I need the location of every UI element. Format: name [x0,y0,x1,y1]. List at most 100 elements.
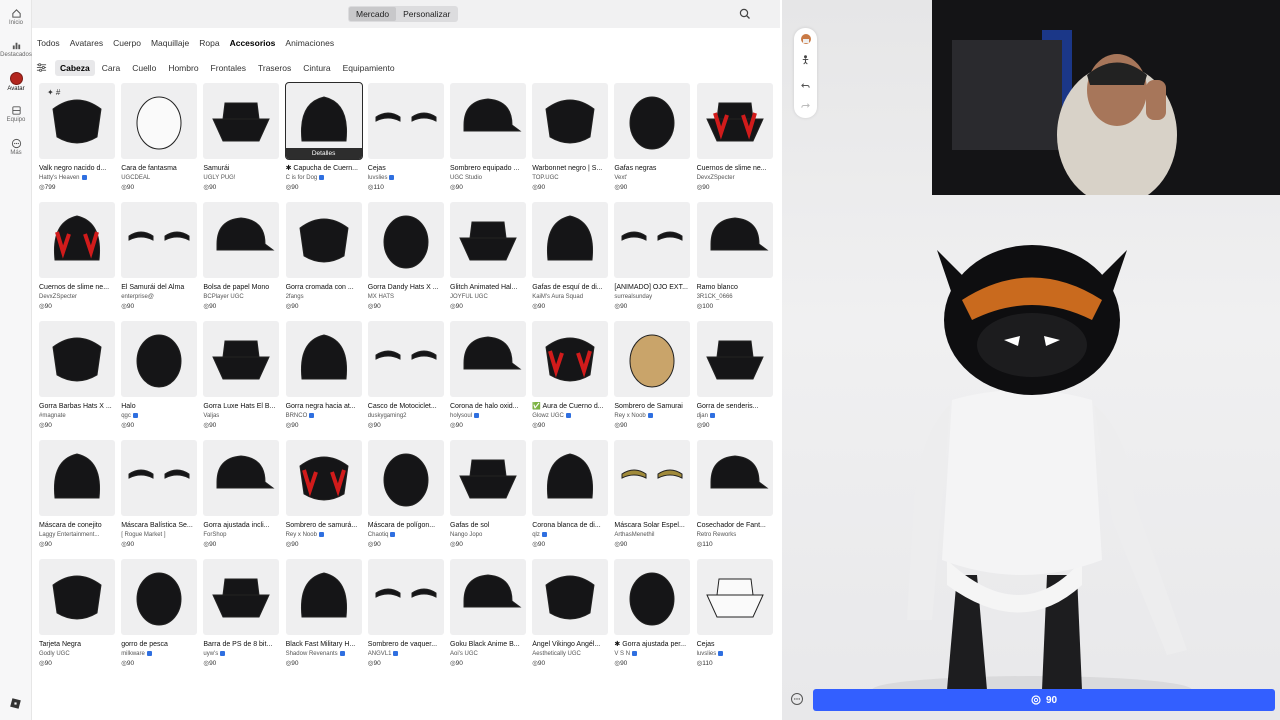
tab-mercado[interactable]: Mercado [349,7,397,21]
redo-icon[interactable] [798,98,813,113]
tab-cabeza[interactable]: Cabeza [55,60,95,76]
search-icon[interactable] [739,8,751,20]
item-thumbnail[interactable] [696,321,773,397]
undo-icon[interactable] [798,78,813,93]
item-card[interactable]: Máscara de conejito Laggy Entertainment..… [39,440,115,549]
item-creator[interactable]: UGCDEAL [121,174,197,182]
item-thumbnail[interactable] [367,559,444,635]
item-card[interactable]: Glitch Animated Hal... JOYFUL UGC ◎90 [450,202,526,311]
item-creator[interactable]: enterprise@ [121,293,197,301]
tab-avatares[interactable]: Avatares [70,38,103,48]
item-card[interactable]: Bolsa de papel Mono BCPlayer UGC ◎90 [203,202,280,311]
item-thumbnail[interactable] [203,440,280,516]
item-card[interactable]: Cara de fantasma UGCDEAL ◎90 [121,83,198,192]
buy-button[interactable]: 90 [813,689,1275,711]
item-card[interactable]: Warbonnet negro | S... TOP.UGC ◎90 [532,83,609,192]
item-card[interactable]: Detalles ✱ Capucha de Cuern... C is for Do… [284,82,363,192]
item-creator[interactable]: DevxZSpecter [697,174,773,182]
item-card[interactable]: Gorra ajustada incli... ForShop ◎90 [203,440,280,549]
item-thumbnail[interactable] [121,440,198,516]
item-creator[interactable]: ForShop [203,531,279,539]
item-creator[interactable]: ArthasMenethil [614,531,690,539]
item-thumbnail[interactable] [614,83,691,159]
item-creator[interactable]: ANGVL1 [368,650,444,658]
tab-traseros[interactable]: Traseros [253,60,296,76]
item-thumbnail[interactable]: Detalles [284,82,363,160]
item-creator[interactable]: Retro Reworks [697,531,773,539]
sidebar-item-mas[interactable]: Más [0,138,32,156]
tab-accesorios[interactable]: Accesorios [230,38,276,48]
item-thumbnail[interactable] [39,440,115,516]
item-thumbnail[interactable] [285,321,362,397]
tab-ropa[interactable]: Ropa [199,38,219,48]
tab-cuerpo[interactable]: Cuerpo [113,38,141,48]
item-thumbnail[interactable] [614,202,691,278]
item-thumbnail[interactable] [450,83,526,159]
item-creator[interactable]: MX HATS [368,293,444,301]
tab-todos[interactable]: Todos [37,38,60,48]
item-card[interactable]: Corona de halo oxid... holysoul ◎90 [450,321,526,430]
item-creator[interactable]: C is for Dog [286,174,362,182]
item-creator[interactable]: JOYFUL UGC [450,293,526,301]
item-creator[interactable]: BRNCO [286,412,362,420]
item-card[interactable]: gorro de pesca milkware ◎90 [121,559,198,668]
item-thumbnail[interactable] [532,321,609,397]
tab-cintura[interactable]: Cintura [298,60,335,76]
item-creator[interactable]: [ Rogue Market ] [121,531,197,539]
tab-frontales[interactable]: Frontales [206,60,251,76]
item-thumbnail[interactable] [285,440,362,516]
item-card[interactable]: Cejas luvslies ◎110 [696,559,773,668]
item-card[interactable]: Halo qgc ◎90 [121,321,198,430]
item-creator[interactable]: Aesthetically UGC [532,650,608,658]
item-thumbnail[interactable] [39,559,115,635]
item-card[interactable]: Goku Black Anime B... Aoi's UGC ◎90 [450,559,526,668]
item-card[interactable]: [ANIMADO] OJO EXT... surrealsunday ◎90 [614,202,691,311]
item-card[interactable]: Máscara Solar Espel... ArthasMenethil ◎90 [614,440,691,549]
item-creator[interactable]: surrealsunday [614,293,690,301]
item-creator[interactable]: Laggy Entertainment... [39,531,115,539]
item-thumbnail[interactable] [696,83,773,159]
item-card[interactable]: Gorra negra hacia at... BRNCO ◎90 [285,321,362,430]
item-creator[interactable]: TOP.UGC [532,174,608,182]
item-thumbnail[interactable] [367,440,444,516]
item-thumbnail[interactable] [203,83,280,159]
item-card[interactable]: Gorra de senderis... djan ◎90 [696,321,773,430]
item-thumbnail[interactable] [532,83,609,159]
item-card[interactable]: Tarjeta Negra Godly UGC ◎90 [39,559,115,668]
item-creator[interactable]: UGC Studio [450,174,526,182]
item-creator[interactable]: Rey x Noob [614,412,690,420]
item-card[interactable]: Barra de PS de 8 bit... uyw's ◎90 [203,559,280,668]
tab-hombro[interactable]: Hombro [163,60,203,76]
item-creator[interactable]: 2fangs [286,293,362,301]
pose-icon[interactable] [798,52,813,67]
item-creator[interactable]: UGLY PUG! [203,174,279,182]
item-creator[interactable]: 3R1CK_0666 [697,293,773,301]
item-thumbnail[interactable] [696,202,773,278]
item-creator[interactable]: holysoul [450,412,526,420]
item-thumbnail[interactable] [203,321,280,397]
item-card[interactable]: Samurái UGLY PUG! ◎90 [203,83,280,192]
item-card[interactable]: Ángel Vikingo Angél... Aesthetically UGC ◎… [532,559,609,668]
item-thumbnail[interactable] [285,202,362,278]
item-card[interactable]: Corona blanca de di... qlz ◎90 [532,440,609,549]
avatar-thumb-icon[interactable] [798,31,813,46]
item-creator[interactable]: Ñango Jopo [450,531,526,539]
item-thumbnail[interactable] [450,202,526,278]
item-thumbnail[interactable] [450,559,526,635]
item-thumbnail[interactable] [614,321,691,397]
item-creator[interactable]: Shadow Revenants [286,650,362,658]
item-creator[interactable]: KaiM's Aura Squad [532,293,608,301]
item-thumbnail[interactable] [614,559,691,635]
item-thumbnail[interactable] [121,559,198,635]
item-creator[interactable]: qgc [121,412,197,420]
item-thumbnail[interactable]: ✦ # [39,83,115,159]
item-card[interactable]: Gafas de sol Ñango Jopo ◎90 [450,440,526,549]
tab-equipamiento[interactable]: Equipamiento [338,60,400,76]
item-thumbnail[interactable] [121,83,198,159]
item-card[interactable]: Casco de Motociclet... duskygaming2 ◎90 [367,321,444,430]
sidebar-item-equipo[interactable]: Equipo [0,105,32,123]
item-creator[interactable]: V S N [614,650,690,658]
item-thumbnail[interactable] [285,559,362,635]
item-creator[interactable]: djan [697,412,773,420]
item-creator[interactable]: BCPlayer UGC [203,293,279,301]
